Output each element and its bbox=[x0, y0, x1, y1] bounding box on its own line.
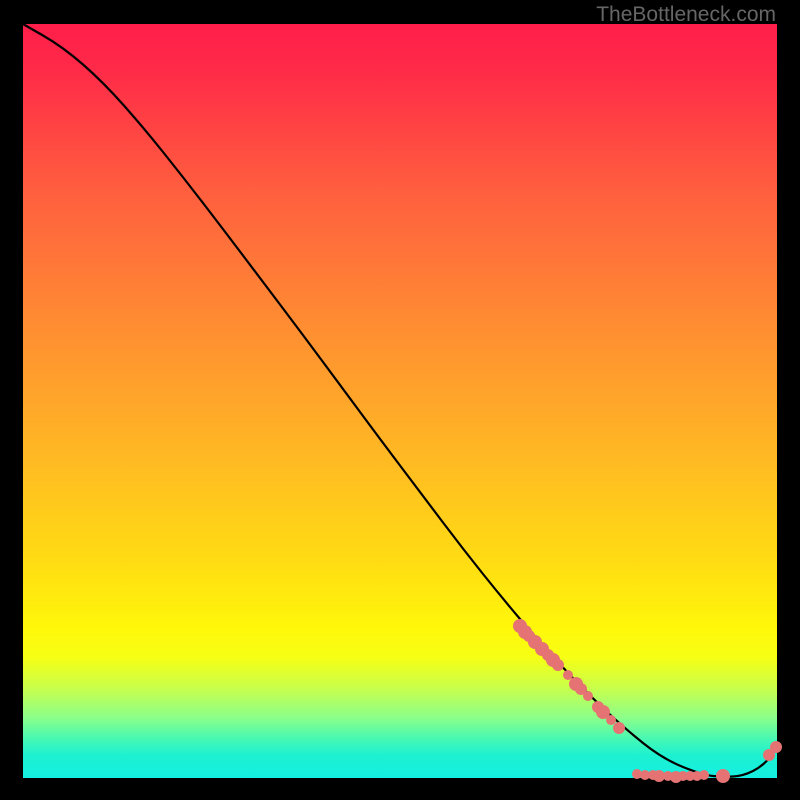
data-marker bbox=[563, 670, 573, 680]
data-marker bbox=[770, 741, 782, 753]
data-marker bbox=[552, 659, 564, 671]
marker-group bbox=[513, 619, 782, 783]
chart-plot-area bbox=[23, 24, 777, 778]
chart-svg-overlay bbox=[23, 24, 777, 778]
data-marker bbox=[716, 769, 730, 783]
data-marker bbox=[613, 722, 625, 734]
bottleneck-curve bbox=[23, 24, 777, 777]
data-marker bbox=[606, 715, 616, 725]
data-marker bbox=[583, 691, 593, 701]
data-marker bbox=[699, 770, 709, 780]
